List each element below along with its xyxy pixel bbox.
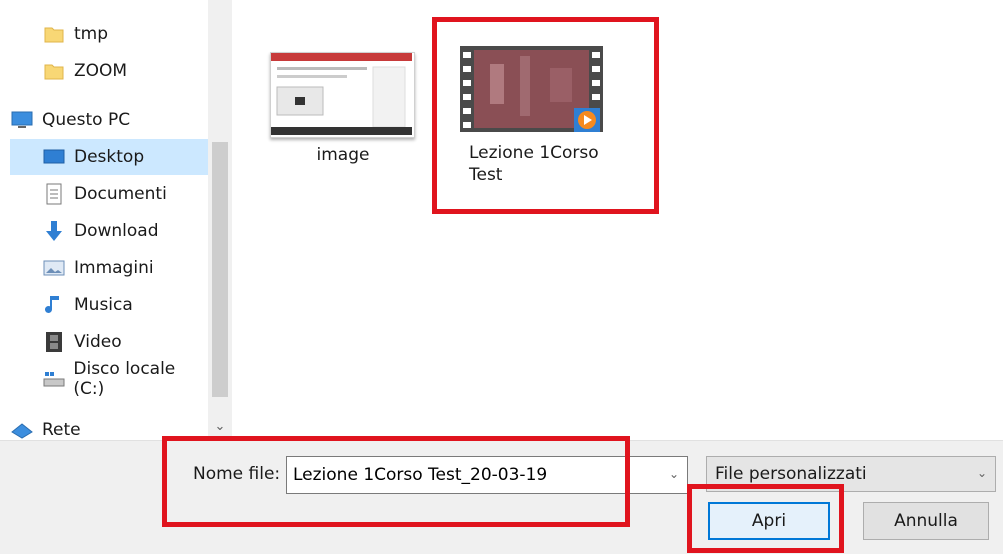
sidebar-item-zoom[interactable]: ZOOM — [10, 53, 208, 89]
sidebar-item-label: Download — [74, 221, 159, 241]
chevron-down-icon[interactable]: ⌄ — [208, 414, 232, 438]
navigation-pane: tmp ZOOM Questo PC Desktop Documenti Dow… — [0, 0, 232, 440]
annotation-highlight-open — [687, 484, 844, 553]
desktop-icon — [42, 145, 66, 169]
network-icon — [10, 418, 34, 442]
folder-icon — [42, 22, 66, 46]
sidebar-item-documenti[interactable]: Documenti — [10, 176, 208, 212]
sidebar-item-tmp[interactable]: tmp — [10, 16, 208, 52]
sidebar-item-label: Questo PC — [42, 110, 131, 130]
sidebar-item-label: Rete — [42, 420, 81, 440]
sidebar-item-disco-locale[interactable]: Disco locale (C:) — [10, 359, 208, 399]
sidebar-scrollbar[interactable]: ⌄ — [208, 0, 232, 440]
file-thumbnail-image[interactable] — [270, 52, 415, 138]
music-icon — [42, 293, 66, 317]
chevron-down-icon[interactable]: ⌄ — [669, 467, 679, 481]
chevron-down-icon[interactable]: ⌄ — [977, 466, 987, 480]
drive-icon — [42, 367, 65, 391]
annotation-highlight-filename — [162, 436, 630, 527]
sidebar-item-label: Musica — [74, 295, 133, 315]
sidebar-item-musica[interactable]: Musica — [10, 287, 208, 323]
filetype-value: File personalizzati — [715, 464, 867, 484]
folder-icon — [42, 59, 66, 83]
sidebar-item-immagini[interactable]: Immagini — [10, 250, 208, 286]
download-icon — [42, 219, 66, 243]
video-icon — [42, 330, 66, 354]
sidebar-item-label: Desktop — [74, 147, 145, 167]
sidebar-item-label: tmp — [74, 24, 109, 44]
computer-icon — [10, 108, 34, 132]
scrollbar-thumb[interactable] — [212, 142, 228, 397]
document-icon — [42, 182, 66, 206]
sidebar-item-video[interactable]: Video — [10, 324, 208, 360]
image-icon — [42, 256, 66, 280]
sidebar-item-label: Disco locale (C:) — [73, 359, 176, 399]
annotation-highlight-file — [432, 17, 659, 214]
sidebar-item-label: Video — [74, 332, 122, 352]
sidebar-item-download[interactable]: Download — [10, 213, 208, 249]
sidebar-item-label: ZOOM — [74, 61, 128, 81]
sidebar-item-label: Immagini — [74, 258, 154, 278]
sidebar-item-label: Documenti — [74, 184, 167, 204]
file-item-image[interactable]: image — [263, 134, 423, 166]
file-name: image — [316, 145, 370, 165]
sidebar-item-desktop[interactable]: Desktop — [10, 139, 208, 175]
sidebar-item-questo-pc[interactable]: Questo PC — [10, 102, 208, 138]
cancel-button[interactable]: Annulla — [863, 502, 989, 540]
